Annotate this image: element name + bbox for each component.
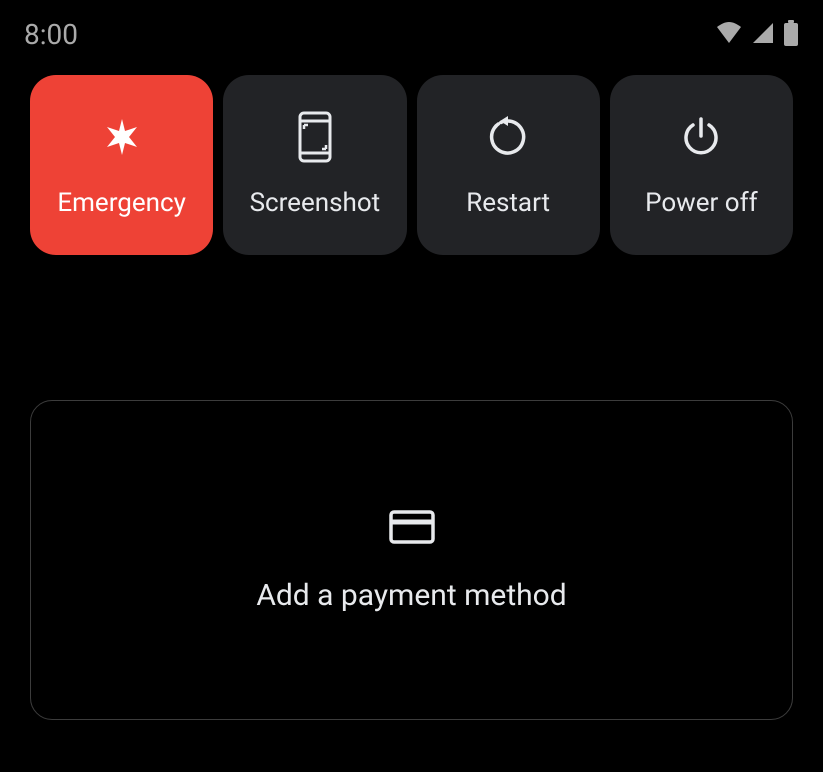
emergency-button[interactable]: Emergency bbox=[30, 75, 213, 255]
add-payment-method-button[interactable]: Add a payment method bbox=[30, 400, 793, 720]
power-off-label: Power off bbox=[645, 188, 758, 218]
power-menu: Emergency Screenshot Restart bbox=[0, 63, 823, 255]
wifi-icon bbox=[715, 21, 743, 49]
power-icon bbox=[680, 112, 722, 162]
emergency-label: Emergency bbox=[57, 188, 186, 218]
phone-frame-icon bbox=[296, 112, 334, 162]
cellular-icon bbox=[751, 21, 775, 49]
wallet-section: Add a payment method bbox=[0, 255, 823, 720]
status-icons bbox=[715, 20, 799, 50]
power-off-button[interactable]: Power off bbox=[610, 75, 793, 255]
screenshot-label: Screenshot bbox=[250, 188, 381, 218]
restart-label: Restart bbox=[466, 188, 550, 218]
status-bar: 8:00 bbox=[0, 0, 823, 63]
restart-icon bbox=[486, 112, 530, 162]
battery-icon bbox=[783, 20, 799, 50]
status-time: 8:00 bbox=[24, 18, 78, 51]
add-payment-label: Add a payment method bbox=[256, 578, 566, 613]
screenshot-button[interactable]: Screenshot bbox=[223, 75, 406, 255]
asterisk-icon bbox=[100, 112, 144, 162]
restart-button[interactable]: Restart bbox=[417, 75, 600, 255]
credit-card-icon bbox=[388, 508, 436, 550]
